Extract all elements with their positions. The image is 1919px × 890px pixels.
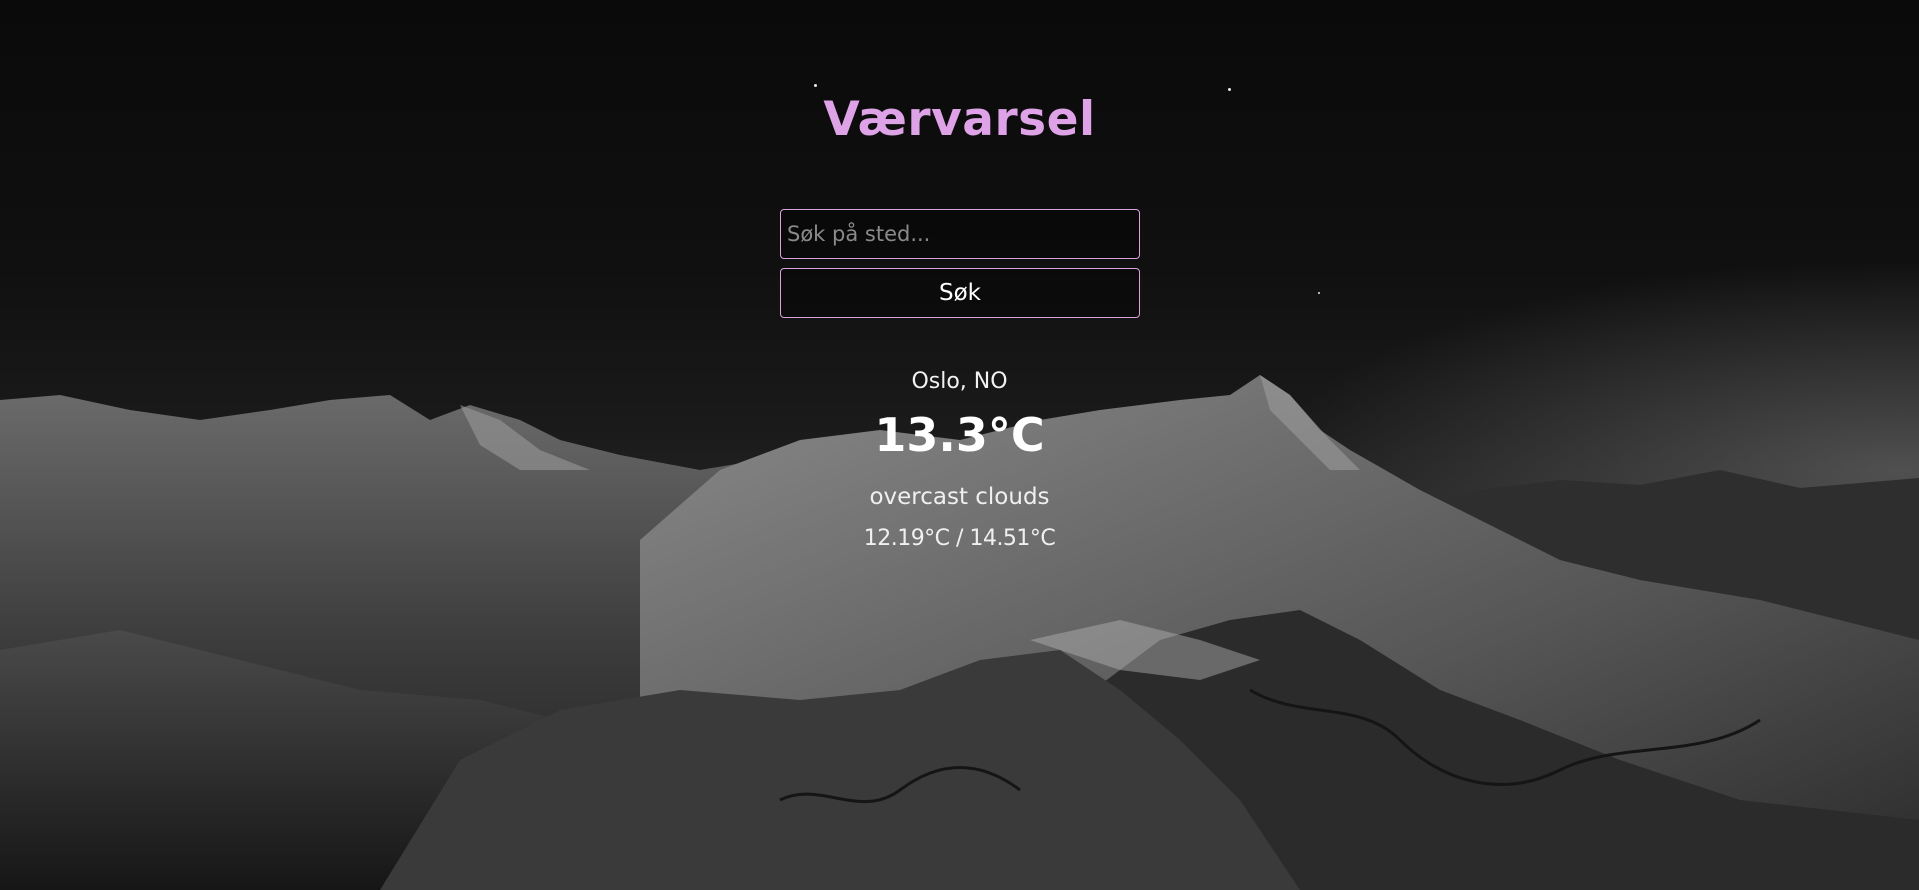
weather-app: Værvarsel Søk Oslo, NO 13.3°C overcast c… <box>0 0 1919 890</box>
location-label: Oslo, NO <box>911 369 1008 394</box>
search-input[interactable] <box>780 209 1140 259</box>
weather-description: overcast clouds <box>869 484 1050 510</box>
weather-panel: Værvarsel Søk Oslo, NO 13.3°C overcast c… <box>0 0 1919 890</box>
min-max-temperature: 12.19°C / 14.51°C <box>863 526 1056 551</box>
search-button[interactable]: Søk <box>780 268 1140 318</box>
current-temperature: 13.3°C <box>874 408 1045 462</box>
app-title: Værvarsel <box>823 92 1096 147</box>
